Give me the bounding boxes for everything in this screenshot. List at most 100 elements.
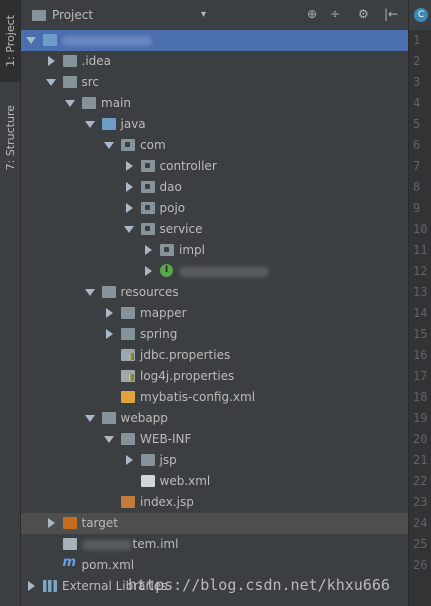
- package-icon: [140, 181, 155, 193]
- tree-row[interactable]: controller: [21, 156, 408, 177]
- libraries-icon: [43, 580, 57, 592]
- tab-structure[interactable]: 7: Structure: [0, 92, 20, 184]
- collapse-all-icon[interactable]: ÷: [330, 7, 340, 21]
- collapse-arrow-icon[interactable]: [125, 455, 133, 465]
- tree-item-label: pojo: [159, 201, 186, 215]
- gear-icon[interactable]: ⚙: [358, 7, 369, 21]
- tree-item-label: dao: [159, 180, 182, 194]
- expand-arrow-icon[interactable]: [84, 415, 95, 422]
- tree-item-label: index.jsp: [140, 495, 194, 509]
- locate-icon[interactable]: ⊕: [307, 7, 317, 21]
- expand-arrow-icon[interactable]: [123, 226, 134, 233]
- expand-arrow-icon[interactable]: [45, 79, 56, 86]
- package-icon: [160, 244, 174, 256]
- tree-row[interactable]: webapp: [21, 408, 408, 429]
- jsp-file-icon: [121, 496, 135, 508]
- collapse-arrow-icon[interactable]: [145, 266, 152, 276]
- editor-tab[interactable]: C: [409, 0, 431, 30]
- view-dropdown-icon[interactable]: ▾: [201, 9, 206, 20]
- collapse-arrow-icon[interactable]: [47, 56, 55, 66]
- tab-project[interactable]: 1: Project: [0, 0, 20, 82]
- line-number: 24: [413, 516, 428, 530]
- tree-item-label: main: [101, 96, 131, 110]
- line-number: 1: [413, 33, 421, 47]
- tree-row[interactable]: main: [21, 93, 408, 114]
- tree-row[interactable]: java: [21, 114, 408, 135]
- tree-row[interactable]: service: [21, 219, 408, 240]
- watermark: https://blog.csdn.net/khxu666: [128, 576, 390, 594]
- line-number: 6: [413, 138, 421, 152]
- line-number: 16: [413, 348, 428, 362]
- tree-row[interactable]: [21, 30, 408, 51]
- collapse-arrow-icon[interactable]: [28, 581, 35, 591]
- tree-row[interactable]: mybatis-config.xml: [21, 387, 408, 408]
- tree-item-label: spring: [140, 327, 178, 341]
- tree-row[interactable]: dao: [21, 177, 408, 198]
- tree-row[interactable]: WEB-INF: [21, 429, 408, 450]
- hide-icon[interactable]: |←: [384, 7, 398, 21]
- collapse-arrow-icon[interactable]: [125, 161, 133, 171]
- tree-row[interactable]: pojo: [21, 198, 408, 219]
- project-panel: Project ▾ ⊕ ÷ ⚙ |← .idea src main java com co…: [21, 0, 408, 606]
- tree-row[interactable]: spring: [21, 324, 408, 345]
- redacted-name: [179, 267, 269, 277]
- folder-icon: [62, 55, 77, 67]
- collapse-arrow-icon[interactable]: [125, 182, 133, 192]
- tree-row[interactable]: web.xml: [21, 471, 408, 492]
- collapse-arrow-icon[interactable]: [106, 329, 113, 339]
- folder-icon: [62, 76, 77, 88]
- collapse-arrow-icon[interactable]: [47, 518, 55, 528]
- expand-arrow-icon[interactable]: [84, 289, 95, 296]
- tree-row[interactable]: log4j.properties: [21, 366, 408, 387]
- expand-arrow-icon[interactable]: [104, 436, 114, 443]
- editor-gutter: C 1 2 3 4 5 6 7 8 9 10 11 12 13 14 15 16 17 18 19 20 21 22 23 2…: [408, 0, 431, 606]
- line-number: 20: [413, 432, 428, 446]
- expand-arrow-icon[interactable]: [84, 121, 95, 128]
- tree-item-label: target: [81, 516, 119, 530]
- panel-title: Project: [52, 8, 94, 22]
- tree-row[interactable]: mapper: [21, 303, 408, 324]
- line-number: 4: [413, 96, 421, 110]
- resources-folder-icon: [101, 286, 116, 298]
- tree-row[interactable]: jdbc.properties: [21, 345, 408, 366]
- tree-row[interactable]: .idea: [21, 51, 408, 72]
- tree-row[interactable]: I: [21, 261, 408, 282]
- expand-arrow-icon[interactable]: [26, 37, 36, 44]
- tree-item-label: impl: [179, 243, 205, 257]
- tree-row[interactable]: index.jsp: [21, 492, 408, 513]
- collapse-arrow-icon[interactable]: [125, 203, 133, 213]
- package-icon: [140, 160, 155, 172]
- expand-arrow-icon[interactable]: [65, 100, 75, 107]
- line-number: 12: [413, 264, 428, 278]
- source-folder-icon: [101, 118, 116, 130]
- tree-row[interactable]: com: [21, 135, 408, 156]
- maven-icon: m: [62, 555, 77, 570]
- tree-item-label: controller: [159, 159, 217, 173]
- tree-row[interactable]: resources: [21, 282, 408, 303]
- source-folder-icon: [43, 34, 57, 46]
- tree-item-label: mybatis-config.xml: [140, 390, 256, 404]
- tree-row[interactable]: impl: [21, 240, 408, 261]
- xml-file-icon: [121, 391, 135, 403]
- collapse-arrow-icon[interactable]: [106, 308, 113, 318]
- folder-icon: [121, 433, 135, 445]
- line-number: 21: [413, 453, 428, 467]
- line-number: 18: [413, 390, 428, 404]
- class-file-icon: C: [414, 8, 428, 22]
- collapse-arrow-icon[interactable]: [145, 245, 152, 255]
- tree-row[interactable]: tem.iml: [21, 534, 408, 555]
- expand-arrow-icon[interactable]: [104, 142, 114, 149]
- tree-row[interactable]: src: [21, 72, 408, 93]
- package-icon: [140, 223, 155, 235]
- line-number: 7: [413, 159, 421, 173]
- project-panel-header: Project ▾ ⊕ ÷ ⚙ |←: [21, 0, 408, 31]
- line-number: 5: [413, 117, 421, 131]
- tree-row[interactable]: m pom.xml: [21, 555, 408, 576]
- folder-icon: [82, 97, 96, 109]
- line-number: 9: [413, 201, 421, 215]
- line-number: 19: [413, 411, 428, 425]
- line-number: 8: [413, 180, 421, 194]
- tree-row[interactable]: jsp: [21, 450, 408, 471]
- tree-row[interactable]: target: [21, 513, 408, 534]
- folder-icon: [121, 307, 135, 319]
